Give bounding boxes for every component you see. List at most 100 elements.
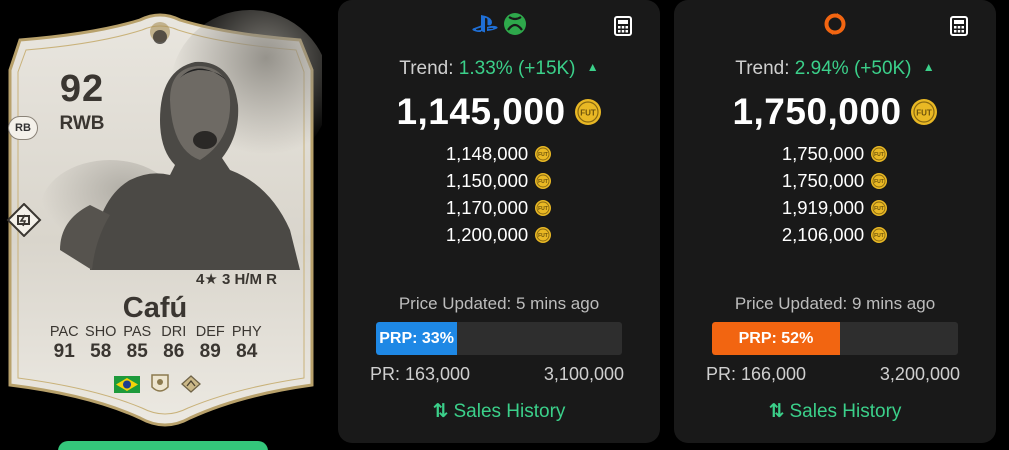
price-value: 1,750,000	[781, 169, 865, 191]
trend-label: Trend:	[735, 58, 790, 79]
stat-sho: SHO 58	[83, 324, 120, 363]
player-card[interactable]: 92 RWB RB 4★ 3 H/M R Cafú PAC 91 SHO 58 …	[0, 0, 322, 450]
sales-history-link[interactable]: ⇅ Sales History	[674, 400, 996, 423]
svg-text:FUT: FUT	[580, 109, 596, 118]
icon-club-badge	[151, 374, 169, 392]
price-row: 1,919,000 FUT	[674, 194, 996, 221]
price-value: 1,150,000	[445, 169, 529, 191]
lowest-price-value: 1,145,000	[396, 91, 566, 132]
alt-position-badge: RB	[8, 116, 38, 140]
card-stats: PAC 91 SHO 58 PAS 85 DRI 86 DEF 89 PHY 8…	[46, 324, 286, 363]
svg-text:FUT: FUT	[538, 233, 548, 239]
sales-history-link[interactable]: ⇅ Sales History	[338, 400, 660, 423]
price-row: 1,200,000 FUT	[338, 221, 660, 248]
price-value: 1,170,000	[445, 196, 529, 218]
prp-label: PRP: 33%	[379, 330, 454, 347]
card-rating: 92	[59, 68, 105, 110]
platform-icons	[674, 10, 996, 38]
stat-value: 58	[90, 341, 112, 362]
stat-dri: DRI 86	[156, 324, 193, 363]
price-range-max: 3,100,000	[543, 364, 624, 384]
price-range-min: PR: 166,000	[706, 364, 807, 384]
prp-label: PRP: 52%	[738, 330, 814, 347]
price-value: 2,106,000	[781, 223, 865, 245]
coin-icon: FUT	[535, 199, 552, 216]
trend-label: Trend:	[399, 58, 454, 79]
svg-text:FUT: FUT	[874, 152, 884, 158]
card-flags	[114, 373, 202, 395]
price-row: 1,150,000 FUT	[338, 167, 660, 194]
price-range: PR: 163,000 3,100,000	[370, 364, 624, 385]
prp-bar: PRP: 33%	[376, 322, 622, 355]
svg-text:FUT: FUT	[874, 233, 884, 239]
svg-text:FUT: FUT	[538, 179, 548, 185]
stat-pas: PAS 85	[119, 324, 156, 363]
svg-text:FUT: FUT	[916, 109, 932, 118]
lowest-price-value: 1,750,000	[732, 91, 902, 132]
price-value: 1,919,000	[781, 196, 865, 218]
svg-text:FUT: FUT	[874, 206, 884, 212]
coin-icon: FUT	[871, 145, 888, 162]
trend-value: 1.33% (+15K)	[458, 58, 576, 79]
coin-icon: FUT	[535, 172, 552, 189]
add-card-button[interactable]	[58, 441, 268, 450]
price-list: 1,148,000 FUT 1,150,000 FUT 1,170,000 FU…	[338, 140, 660, 248]
coin-icon: FUT	[574, 99, 601, 125]
stat-value: 89	[199, 341, 221, 362]
price-updated: Price Updated: 5 mins ago	[398, 294, 600, 313]
stat-label: DRI	[161, 324, 187, 340]
price-trend: Trend: 1.33% (+15K) ▲	[338, 58, 660, 80]
calculator-icon[interactable]	[950, 16, 968, 36]
price-trend: Trend: 2.94% (+50K) ▲	[674, 58, 996, 80]
console-price-panel: Trend: 1.33% (+15K) ▲ 1,145,000 FUT 1,14…	[338, 0, 660, 443]
coin-icon: FUT	[910, 99, 937, 125]
stat-label: DEF	[195, 324, 225, 340]
pc-price-panel: Trend: 2.94% (+50K) ▲ 1,750,000 FUT 1,75…	[674, 0, 996, 443]
price-updated: Price Updated: 9 mins ago	[734, 294, 936, 313]
price-row: 1,170,000 FUT	[338, 194, 660, 221]
league-badge-icon	[181, 375, 201, 393]
coin-icon: FUT	[871, 226, 888, 243]
stat-phy: PHY 84	[229, 324, 266, 363]
lowest-price: 1,750,000 FUT	[674, 91, 996, 133]
origin-pc-icon	[824, 13, 846, 35]
skill-weakfoot-workrate: 4★ 3 H/M R	[196, 271, 277, 288]
lowest-price: 1,145,000 FUT	[338, 91, 660, 133]
coin-icon: FUT	[535, 145, 552, 162]
prp-bar: PRP: 52%	[712, 322, 958, 355]
stat-value: 85	[126, 341, 148, 362]
price-value: 1,750,000	[781, 142, 865, 164]
price-row: 1,148,000 FUT	[338, 140, 660, 167]
stat-label: PAC	[49, 324, 79, 340]
price-range-min: PR: 163,000	[370, 364, 471, 384]
trend-value: 2.94% (+50K)	[794, 58, 912, 79]
price-row: 1,750,000 FUT	[674, 167, 996, 194]
trend-up-icon: ▲	[922, 60, 935, 74]
sales-history-label: Sales History	[453, 401, 566, 422]
svg-text:FUT: FUT	[874, 179, 884, 185]
stat-def: DEF 89	[192, 324, 229, 363]
sales-history-label: Sales History	[789, 401, 902, 422]
price-row: 2,106,000 FUT	[674, 221, 996, 248]
stat-label: PHY	[231, 324, 262, 340]
xbox-icon	[504, 13, 526, 35]
evolution-icon	[6, 203, 42, 237]
stat-value: 91	[53, 341, 75, 362]
stat-label: PAS	[123, 324, 152, 340]
stat-pac: PAC 91	[46, 324, 83, 363]
stat-label: SHO	[85, 324, 117, 340]
trend-up-icon: ▲	[586, 60, 599, 74]
price-value: 1,200,000	[445, 223, 529, 245]
player-name: Cafú	[122, 292, 188, 324]
stat-value: 86	[163, 341, 185, 362]
card-position: RWB	[59, 113, 105, 134]
calculator-icon[interactable]	[614, 16, 632, 36]
svg-text:FUT: FUT	[538, 206, 548, 212]
coin-icon: FUT	[871, 199, 888, 216]
playstation-icon	[472, 15, 498, 33]
coin-icon: FUT	[871, 172, 888, 189]
svg-text:FUT: FUT	[538, 152, 548, 158]
price-list: 1,750,000 FUT 1,750,000 FUT 1,919,000 FU…	[674, 140, 996, 248]
brazil-flag-icon	[114, 375, 140, 393]
stat-value: 84	[236, 341, 258, 362]
